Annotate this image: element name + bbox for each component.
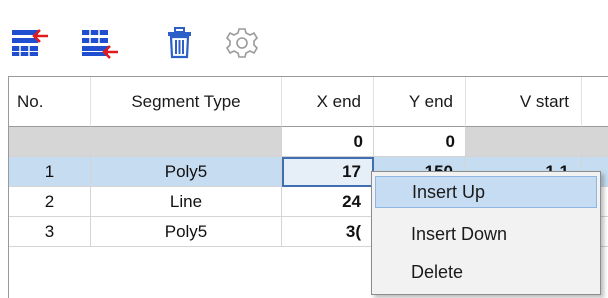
column-header-filler (582, 77, 608, 127)
trash-icon (168, 27, 191, 59)
cell-no[interactable]: 1 (9, 157, 91, 187)
insert-row-up-button[interactable] (10, 26, 50, 60)
table-editor-window: No. Segment Type X end Y end V start #gr… (0, 0, 608, 298)
cell-no[interactable]: 3 (9, 217, 91, 247)
column-header-no[interactable]: No. (9, 77, 91, 127)
settings-button[interactable] (222, 26, 262, 60)
cell-segment-type[interactable]: Poly5 (91, 217, 282, 247)
delete-row-button[interactable] (160, 26, 200, 60)
insert-row-down-button[interactable] (80, 26, 120, 60)
menu-item-insert-down[interactable]: Insert Down (375, 218, 597, 250)
summary-cell-filler (582, 127, 608, 157)
cell-segment-type[interactable]: Line (91, 187, 282, 217)
summary-cell-no (9, 127, 91, 157)
cell-no[interactable]: 2 (9, 187, 91, 217)
column-header-y-end[interactable]: Y end (374, 77, 466, 127)
gear-icon (225, 28, 259, 58)
toolbar (0, 0, 608, 76)
menu-item-delete[interactable]: Delete (375, 256, 597, 288)
context-menu: Insert Up Insert Down Delete (371, 171, 601, 295)
column-header-v-start[interactable]: V start (466, 77, 582, 127)
summary-cell-x-end: 0 (282, 127, 374, 157)
insert-row-up-icon (12, 29, 48, 56)
insert-row-down-icon (82, 30, 118, 59)
menu-item-insert-up[interactable]: Insert Up (375, 176, 597, 208)
cell-x-end[interactable]: 3( (282, 217, 374, 247)
cell-x-end[interactable]: 24 (282, 187, 374, 217)
column-header-segment-type[interactable]: Segment Type (91, 77, 282, 127)
summary-cell-segment-type (91, 127, 282, 157)
cell-x-end[interactable]: 17 (282, 157, 374, 187)
summary-cell-y-end: 0 (374, 127, 466, 157)
summary-row: 0 0 (9, 127, 608, 157)
cell-segment-type[interactable]: Poly5 (91, 157, 282, 187)
summary-cell-v-start (466, 127, 582, 157)
table-header-row: No. Segment Type X end Y end V start (9, 77, 608, 127)
column-header-x-end[interactable]: X end (282, 77, 374, 127)
